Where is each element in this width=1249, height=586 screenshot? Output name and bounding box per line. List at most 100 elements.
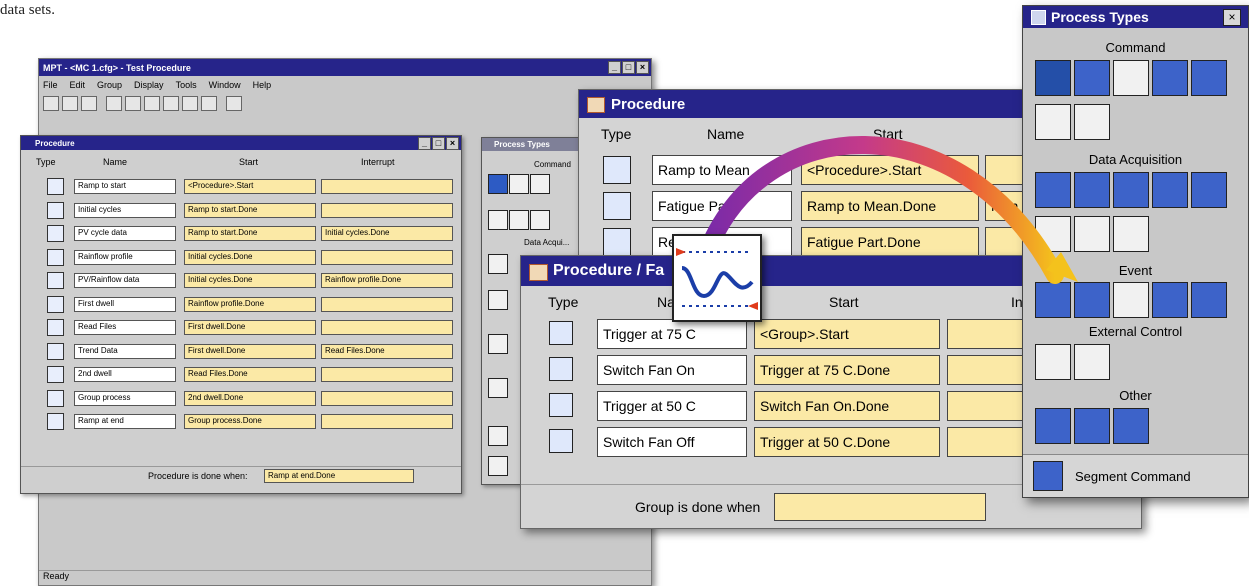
step-interrupt-field[interactable]: Initial cycles.Done	[321, 226, 453, 241]
step-start-field[interactable]: Read Files.Done	[184, 367, 316, 382]
step-interrupt-field[interactable]	[321, 179, 453, 194]
ramp-command-icon[interactable]	[1035, 60, 1071, 96]
step-start-field[interactable]: Initial cycles.Done	[184, 273, 316, 288]
step-name-field[interactable]: 2nd dwell	[74, 367, 176, 382]
step-interrupt-field[interactable]	[321, 367, 453, 382]
step-start-field[interactable]: First dwell.Done	[184, 343, 316, 359]
da-histogram-icon[interactable]	[1035, 216, 1071, 252]
step-name-field[interactable]: PV/Rainflow data	[74, 273, 176, 288]
segment-cmd-tool-icon[interactable]	[488, 456, 508, 476]
step-interrupt-field[interactable]	[321, 296, 453, 312]
da-tool-icon[interactable]	[488, 254, 508, 274]
da-max-min-icon[interactable]	[1191, 172, 1227, 208]
menu-help[interactable]: Help	[253, 80, 272, 90]
step-name-field[interactable]: PV cycle data	[74, 226, 176, 241]
step-name-field[interactable]: Initial cycles	[74, 202, 176, 218]
step-start-field[interactable]: Trigger at 50 C.Done	[754, 427, 940, 457]
maximize-button[interactable]: □	[622, 61, 635, 74]
settings-icon[interactable]	[144, 96, 160, 111]
profile-command-icon[interactable]	[1152, 60, 1188, 96]
step-interrupt-field[interactable]	[321, 390, 453, 406]
external-switch-icon[interactable]	[1035, 344, 1071, 380]
menu-file[interactable]: File	[43, 80, 58, 90]
step-name-field[interactable]: Ramp to start	[74, 179, 176, 194]
lock-icon[interactable]	[226, 96, 242, 111]
copy-icon[interactable]	[106, 96, 122, 111]
event-threshold-icon[interactable]	[1074, 282, 1110, 318]
block-command-icon[interactable]	[1035, 104, 1071, 140]
step-start-field[interactable]: First dwell.Done	[184, 320, 316, 335]
step-start-field[interactable]: Rainflow profile.Done	[184, 296, 316, 312]
da-timed-icon[interactable]	[1074, 172, 1110, 208]
menu-tools[interactable]: Tools	[176, 80, 197, 90]
thermometer-icon[interactable]	[1074, 344, 1110, 380]
step-name-field[interactable]: Ramp to Mean	[652, 155, 792, 185]
cut-icon[interactable]	[81, 96, 97, 111]
event-io-icon[interactable]	[1191, 282, 1227, 318]
segment-tool-icon[interactable]	[530, 210, 550, 230]
open-icon[interactable]	[43, 96, 59, 111]
step-interrupt-field[interactable]	[321, 249, 453, 265]
wave-command-icon[interactable]	[1191, 60, 1227, 96]
dwell-tool-icon[interactable]	[530, 174, 550, 194]
step-interrupt-field[interactable]	[321, 202, 453, 218]
step-name-field[interactable]: Ramp at end	[74, 414, 176, 429]
step-name-field[interactable]: Switch Fan On	[597, 355, 747, 385]
tools-icon[interactable]	[163, 96, 179, 111]
profile-tool-icon[interactable]	[488, 210, 508, 230]
external-tool-icon[interactable]	[488, 378, 508, 398]
menu-display[interactable]: Display	[134, 80, 164, 90]
group-done-field[interactable]	[774, 493, 986, 521]
peak-tool-icon[interactable]	[488, 290, 508, 310]
step-start-field[interactable]: <Procedure>.Start	[184, 179, 316, 194]
paste-icon[interactable]	[125, 96, 141, 111]
small-done-field[interactable]: Ramp at end.Done	[264, 469, 414, 483]
step-start-field[interactable]: <Procedure>.Start	[801, 155, 979, 185]
step-start-field[interactable]: <Group>.Start	[754, 319, 940, 349]
step-start-field[interactable]: Group process.Done	[184, 414, 316, 429]
step-name-field[interactable]: Trend Data	[74, 343, 176, 359]
menu-group[interactable]: Group	[97, 80, 122, 90]
block-tool-icon[interactable]	[509, 210, 529, 230]
step-name-field[interactable]: Switch Fan Off	[597, 427, 747, 457]
layout-icon[interactable]	[182, 96, 198, 111]
da-peak-icon[interactable]	[1035, 172, 1071, 208]
small-close-button[interactable]: ×	[446, 137, 459, 150]
other-alarm-icon[interactable]	[1035, 408, 1071, 444]
step-name-field[interactable]: Read Files	[74, 320, 176, 335]
step-interrupt-field[interactable]	[321, 414, 453, 429]
step-name-field[interactable]: Fatigue Pa	[652, 191, 792, 221]
small-minimize-button[interactable]: _	[418, 137, 431, 150]
da-file-icon[interactable]	[1074, 216, 1110, 252]
step-start-field[interactable]: Ramp to Mean.Done	[801, 191, 979, 221]
step-name-field[interactable]: Group process	[74, 390, 176, 406]
step-start-field[interactable]: 2nd dwell.Done	[184, 390, 316, 406]
step-start-field[interactable]: Trigger at 75 C.Done	[754, 355, 940, 385]
step-interrupt-field[interactable]: Read Files.Done	[321, 343, 453, 359]
step-start-field[interactable]: Switch Fan On.Done	[754, 391, 940, 421]
event-trigger-icon[interactable]	[1035, 282, 1071, 318]
other-group-icon[interactable]	[1074, 408, 1110, 444]
close-button[interactable]: ×	[636, 61, 649, 74]
step-interrupt-field[interactable]: Rainflow profile.Done	[321, 273, 453, 288]
small-maximize-button[interactable]: □	[432, 137, 445, 150]
step-start-field[interactable]: Fatigue Part.Done	[801, 227, 979, 257]
step-start-field[interactable]: Initial cycles.Done	[184, 249, 316, 265]
station-command-icon[interactable]	[1074, 104, 1110, 140]
other-tool-icon[interactable]	[488, 426, 508, 446]
step-name-field[interactable]: Trigger at 50 C	[597, 391, 747, 421]
menu-edit[interactable]: Edit	[70, 80, 86, 90]
minimize-button[interactable]: _	[608, 61, 621, 74]
ramp-tool-icon[interactable]	[488, 174, 508, 194]
save-icon[interactable]	[62, 96, 78, 111]
step-start-field[interactable]: Ramp to start.Done	[184, 226, 316, 241]
dragged-process-icon[interactable]	[672, 234, 762, 322]
other-program-icon[interactable]	[1113, 408, 1149, 444]
dwell-command-icon[interactable]	[1113, 60, 1149, 96]
window-icon[interactable]	[201, 96, 217, 111]
step-start-field[interactable]: Ramp to start.Done	[184, 202, 316, 218]
cyclic-tool-icon[interactable]	[509, 174, 529, 194]
step-interrupt-field[interactable]	[321, 320, 453, 335]
da-step-icon[interactable]	[1152, 172, 1188, 208]
event-tool-icon[interactable]	[488, 334, 508, 354]
